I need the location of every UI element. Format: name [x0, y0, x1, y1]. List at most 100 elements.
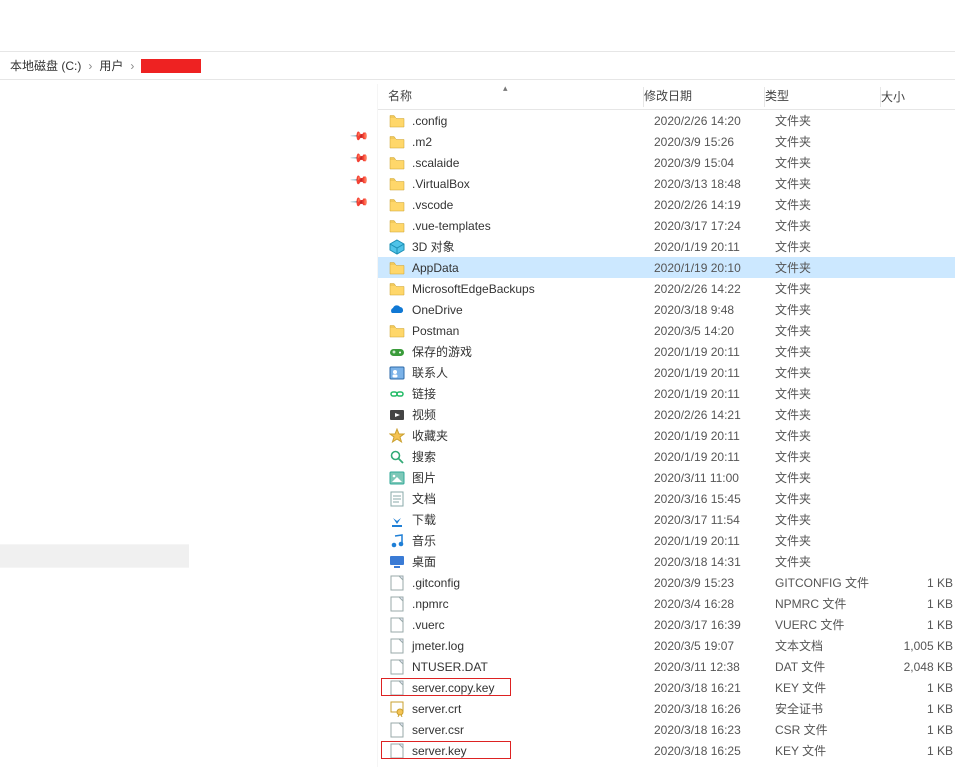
file-type: 文件夹 [775, 112, 891, 129]
column-header-name[interactable]: 名称 [378, 87, 644, 107]
file-name: OneDrive [412, 303, 654, 317]
folder-row[interactable]: 搜索2020/1/19 20:11文件夹 [378, 446, 955, 467]
file-name: NTUSER.DAT [412, 660, 654, 674]
breadcrumb-item[interactable]: 用户 [95, 57, 127, 74]
file-row[interactable]: server.crt2020/3/18 16:26安全证书1 KB [378, 698, 955, 719]
file-date: 2020/1/19 20:11 [654, 345, 775, 359]
file-date: 2020/3/17 11:54 [654, 513, 775, 527]
file-name: 链接 [412, 385, 654, 402]
file-type: 文件夹 [775, 154, 891, 171]
folder-row[interactable]: 音乐2020/1/19 20:11文件夹 [378, 530, 955, 551]
file-type: 文件夹 [775, 238, 891, 255]
file-date: 2020/1/19 20:11 [654, 450, 775, 464]
pin-icon: 📌 [351, 127, 368, 144]
3d-icon [388, 239, 406, 255]
folder-row[interactable]: 视频2020/2/26 14:21文件夹 [378, 404, 955, 425]
contacts-icon [388, 365, 406, 381]
folder-icon [388, 155, 406, 171]
folder-row[interactable]: .config2020/2/26 14:20文件夹 [378, 110, 955, 131]
file-date: 2020/3/17 17:24 [654, 219, 775, 233]
file-type: 文件夹 [775, 532, 891, 549]
file-row[interactable]: server.copy.key2020/3/18 16:21KEY 文件1 KB [378, 677, 955, 698]
folder-icon [388, 323, 406, 339]
folder-row[interactable]: 桌面2020/3/18 14:31文件夹 [378, 551, 955, 572]
file-icon [388, 596, 406, 612]
file-row[interactable]: .npmrc2020/3/4 16:28NPMRC 文件1 KB [378, 593, 955, 614]
file-row[interactable]: jmeter.log2020/3/5 19:07文本文档1,005 KB [378, 635, 955, 656]
file-row[interactable]: server.key2020/3/18 16:25KEY 文件1 KB [378, 740, 955, 761]
navigation-pane[interactable]: 📌 📌 📌 📌 [0, 84, 378, 767]
folder-row[interactable]: 保存的游戏2020/1/19 20:11文件夹 [378, 341, 955, 362]
file-date: 2020/3/18 16:25 [654, 744, 775, 758]
file-date: 2020/1/19 20:11 [654, 387, 775, 401]
folder-icon [388, 281, 406, 297]
folder-row[interactable]: .vue-templates2020/3/17 17:24文件夹 [378, 215, 955, 236]
file-row[interactable]: .vuerc2020/3/17 16:39VUERC 文件1 KB [378, 614, 955, 635]
breadcrumb-item-redacted[interactable] [137, 59, 205, 73]
file-row[interactable]: .gitconfig2020/3/9 15:23GITCONFIG 文件1 KB [378, 572, 955, 593]
folder-row[interactable]: OneDrive2020/3/18 9:48文件夹 [378, 299, 955, 320]
sidebar-divider [0, 544, 189, 568]
music-icon [388, 533, 406, 549]
breadcrumb[interactable]: 本地磁盘 (C:) › 用户 › [0, 52, 955, 80]
file-name: 联系人 [412, 364, 654, 381]
file-name: 音乐 [412, 532, 654, 549]
file-row[interactable]: server.csr2020/3/18 16:23CSR 文件1 KB [378, 719, 955, 740]
file-icon [388, 575, 406, 591]
column-header-date[interactable]: 修改日期 [644, 87, 765, 107]
pin-icon: 📌 [351, 149, 368, 166]
file-type: 文件夹 [775, 259, 891, 276]
folder-row[interactable]: 联系人2020/1/19 20:11文件夹 [378, 362, 955, 383]
folder-row[interactable]: 下载2020/3/17 11:54文件夹 [378, 509, 955, 530]
folder-row[interactable]: .scalaide2020/3/9 15:04文件夹 [378, 152, 955, 173]
file-name: .scalaide [412, 156, 654, 170]
file-name: server.crt [412, 702, 654, 716]
column-header-size[interactable]: 大小 [881, 88, 941, 105]
file-type: DAT 文件 [775, 658, 891, 675]
column-headers[interactable]: ▴ 名称 修改日期 类型 大小 [378, 84, 955, 110]
column-header-type[interactable]: 类型 [765, 87, 881, 107]
file-name: .vue-templates [412, 219, 654, 233]
file-name: server.csr [412, 723, 654, 737]
video-icon [388, 407, 406, 423]
file-date: 2020/3/9 15:26 [654, 135, 775, 149]
file-type: 文本文档 [775, 637, 891, 654]
file-date: 2020/3/18 16:21 [654, 681, 775, 695]
folder-row[interactable]: 收藏夹2020/1/19 20:11文件夹 [378, 425, 955, 446]
breadcrumb-item[interactable]: 本地磁盘 (C:) [6, 57, 85, 74]
file-date: 2020/1/19 20:11 [654, 429, 775, 443]
folder-row[interactable]: .vscode2020/2/26 14:19文件夹 [378, 194, 955, 215]
file-type: 文件夹 [775, 133, 891, 150]
file-size: 1 KB [891, 618, 953, 632]
file-size: 1,005 KB [891, 639, 953, 653]
file-date: 2020/2/26 14:20 [654, 114, 775, 128]
file-type: 文件夹 [775, 196, 891, 213]
folder-row[interactable]: 文档2020/3/16 15:45文件夹 [378, 488, 955, 509]
file-date: 2020/3/18 9:48 [654, 303, 775, 317]
file-date: 2020/3/5 19:07 [654, 639, 775, 653]
file-name: 下载 [412, 511, 654, 528]
file-name: 保存的游戏 [412, 343, 654, 360]
file-name: Postman [412, 324, 654, 338]
file-name: 收藏夹 [412, 427, 654, 444]
folder-row[interactable]: 图片2020/3/11 11:00文件夹 [378, 467, 955, 488]
file-list[interactable]: ▴ 名称 修改日期 类型 大小 .config2020/2/26 14:20文件… [378, 84, 955, 767]
file-size: 1 KB [891, 702, 953, 716]
desktop-icon [388, 554, 406, 570]
file-row[interactable]: NTUSER.DAT2020/3/11 12:38DAT 文件2,048 KB [378, 656, 955, 677]
textfile-icon [388, 638, 406, 654]
folder-row[interactable]: 链接2020/1/19 20:11文件夹 [378, 383, 955, 404]
folder-row[interactable]: .VirtualBox2020/3/13 18:48文件夹 [378, 173, 955, 194]
file-type: 文件夹 [775, 364, 891, 381]
folder-row[interactable]: AppData2020/1/19 20:10文件夹 [378, 257, 955, 278]
folder-row[interactable]: Postman2020/3/5 14:20文件夹 [378, 320, 955, 341]
file-date: 2020/3/17 16:39 [654, 618, 775, 632]
file-type: 文件夹 [775, 385, 891, 402]
folder-icon [388, 176, 406, 192]
file-type: 文件夹 [775, 217, 891, 234]
file-name: AppData [412, 261, 654, 275]
folder-row[interactable]: 3D 对象2020/1/19 20:11文件夹 [378, 236, 955, 257]
folder-row[interactable]: MicrosoftEdgeBackups2020/2/26 14:22文件夹 [378, 278, 955, 299]
folder-row[interactable]: .m22020/3/9 15:26文件夹 [378, 131, 955, 152]
gamepad-icon [388, 344, 406, 360]
